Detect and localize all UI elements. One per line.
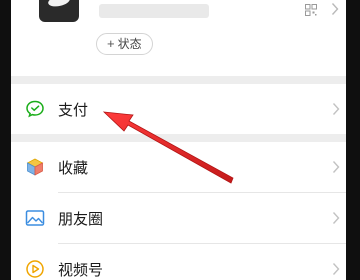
section-separator: [11, 76, 346, 84]
menu-item-moments[interactable]: 朋友圈: [11, 193, 346, 243]
chevron-right-icon: [332, 212, 340, 224]
section-separator: [11, 134, 346, 142]
plus-icon: +: [107, 36, 115, 51]
image-icon: [25, 210, 45, 226]
menu-item-label: 视频号: [58, 261, 104, 279]
wechat-me-screen: + 状态 支付 收藏 朋友圈 视频号: [0, 0, 360, 280]
blurred-username: [99, 4, 209, 18]
menu-item-channels[interactable]: 视频号: [11, 244, 346, 280]
right-border: [346, 0, 360, 280]
avatar[interactable]: [39, 0, 79, 22]
profile-header[interactable]: + 状态: [11, 0, 346, 76]
menu-item-pay[interactable]: 支付: [11, 84, 346, 134]
menu-item-label: 支付: [58, 101, 89, 119]
status-button-label: 状态: [117, 37, 142, 51]
chevron-right-icon: [331, 3, 339, 15]
cube-icon: [26, 158, 44, 176]
add-status-button[interactable]: + 状态: [96, 33, 153, 55]
chevron-right-icon: [332, 161, 340, 173]
chevron-right-icon: [332, 103, 340, 115]
qr-code-icon[interactable]: [305, 4, 317, 16]
menu-item-favorites[interactable]: 收藏: [11, 142, 346, 192]
wechat-pay-icon: [26, 100, 44, 118]
left-border: [0, 0, 11, 280]
chevron-right-icon: [332, 263, 340, 275]
menu-item-label: 收藏: [58, 159, 89, 177]
play-circle-icon: [26, 260, 44, 278]
menu-item-label: 朋友圈: [58, 210, 104, 228]
